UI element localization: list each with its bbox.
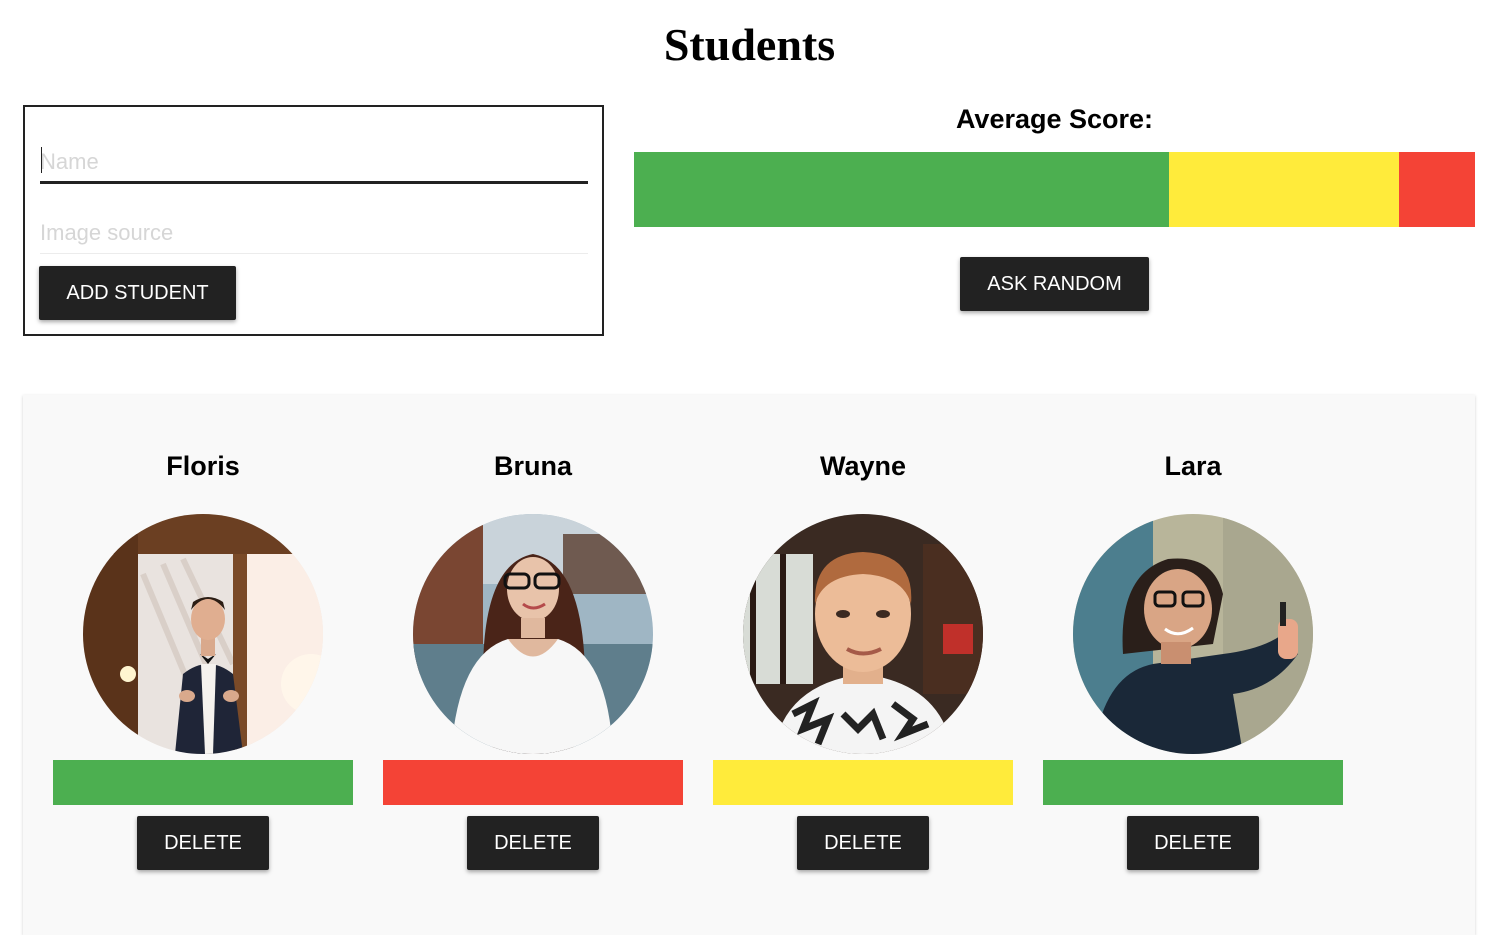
average-segment-red — [1399, 152, 1475, 227]
student-avatar — [1073, 514, 1313, 754]
add-student-form: ADD STUDENT — [23, 105, 604, 336]
student-score-bar — [1043, 760, 1343, 805]
name-input[interactable] — [40, 143, 588, 184]
delete-button[interactable]: DELETE — [797, 816, 929, 870]
delete-button[interactable]: DELETE — [1127, 816, 1259, 870]
student-score-bar — [53, 760, 353, 805]
ask-random-button[interactable]: ASK RANDOM — [960, 257, 1149, 311]
image-source-input[interactable] — [40, 213, 588, 254]
student-name: Wayne — [819, 451, 907, 481]
delete-button[interactable]: DELETE — [467, 816, 599, 870]
student-card: Wayne DELETE — [713, 395, 1013, 911]
student-name: Lara — [1164, 451, 1222, 481]
average-segment-yellow — [1168, 152, 1400, 227]
student-card: Bruna DELETE — [383, 395, 683, 911]
text-caret — [41, 147, 42, 173]
student-avatar — [83, 514, 323, 754]
student-score-bar — [383, 760, 683, 805]
student-name: Bruna — [493, 451, 572, 481]
add-student-button[interactable]: ADD STUDENT — [39, 266, 236, 320]
average-score-label: Average Score: — [955, 104, 1154, 134]
page-title: Students — [663, 19, 836, 70]
student-avatar — [413, 514, 653, 754]
student-score-bar — [713, 760, 1013, 805]
student-name: Floris — [166, 451, 240, 481]
average-score-bar — [634, 152, 1475, 227]
delete-button[interactable]: DELETE — [137, 816, 269, 870]
student-card: Lara DELETE — [1043, 395, 1343, 911]
student-avatar — [743, 514, 983, 754]
students-panel: Floris DELETE Bruna DELETE Wayne DELETE … — [23, 395, 1475, 935]
average-segment-green — [634, 152, 1169, 227]
student-card: Floris DELETE — [53, 395, 353, 911]
